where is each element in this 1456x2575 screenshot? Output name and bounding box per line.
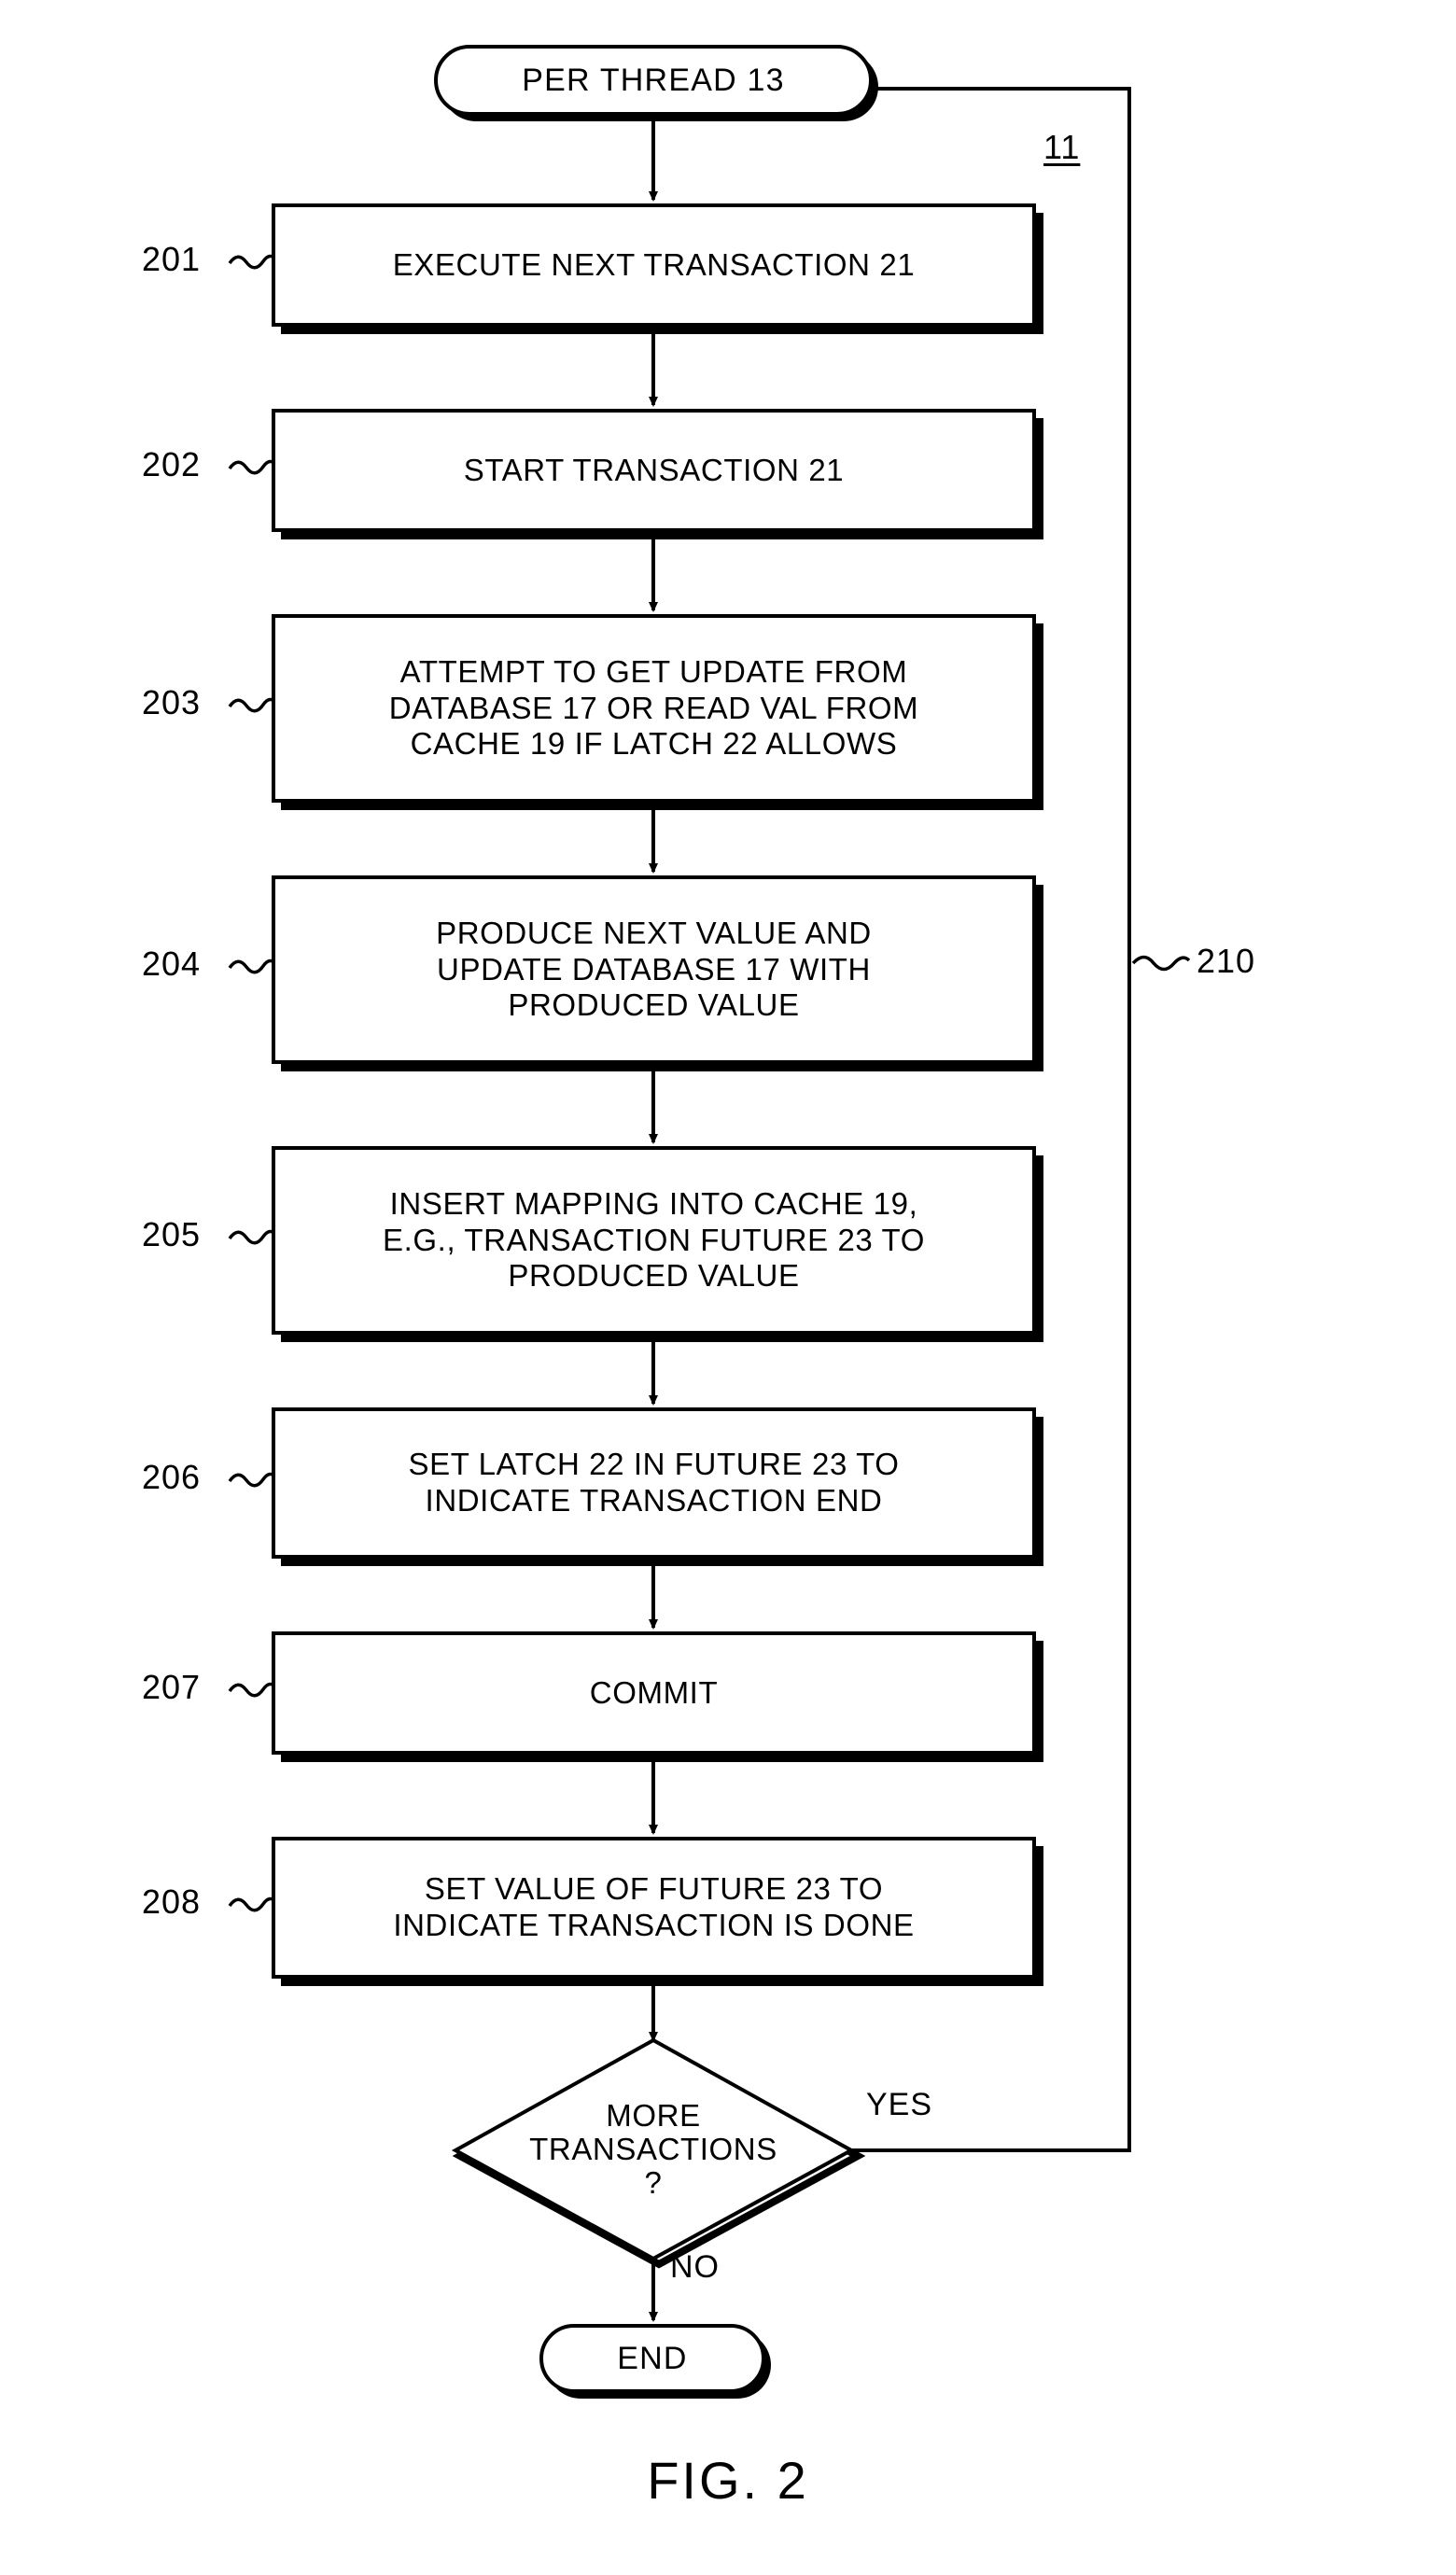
leader-203 (228, 697, 278, 713)
start-terminal-label: PER THREAD 13 (522, 63, 785, 98)
decision-label: MORE TRANSACTIONS ? (529, 2097, 777, 2201)
process-box-201: EXECUTE NEXT TRANSACTION 21 (272, 203, 1036, 327)
process-box-202-label: START TRANSACTION 21 (463, 452, 845, 487)
process-box-204: PRODUCE NEXT VALUE AND UPDATE DATABASE 1… (272, 875, 1036, 1064)
process-box-207-label: COMMIT (589, 1674, 719, 1710)
ref-numeral-201: 201 (142, 240, 202, 278)
ref-numeral-205: 205 (142, 1215, 202, 1253)
end-terminal-label: END (617, 2341, 688, 2376)
decision-more-transactions: MORE TRANSACTIONS ? (455, 2040, 851, 2259)
leader-210 (1131, 955, 1191, 972)
leader-206 (228, 1472, 278, 1488)
process-box-207: COMMIT (272, 1631, 1036, 1755)
leader-207 (228, 1682, 278, 1698)
process-box-205-label: INSERT MAPPING INTO CACHE 19, E.G., TRAN… (383, 1185, 925, 1294)
process-box-201-label: EXECUTE NEXT TRANSACTION 21 (392, 246, 916, 282)
leader-208 (228, 1896, 278, 1912)
leader-205 (228, 1229, 278, 1245)
ref-numeral-203: 203 (142, 683, 202, 721)
leader-204 (228, 959, 278, 974)
process-box-208-label: SET VALUE OF FUTURE 23 TO INDICATE TRANS… (393, 1871, 915, 1942)
leader-202 (228, 459, 278, 475)
leader-201 (228, 254, 278, 270)
process-box-208: SET VALUE OF FUTURE 23 TO INDICATE TRANS… (272, 1837, 1036, 1979)
end-terminal: END (539, 2324, 765, 2393)
branch-label-yes: YES (866, 2087, 933, 2122)
process-box-206: SET LATCH 22 IN FUTURE 23 TO INDICATE TR… (272, 1407, 1036, 1559)
process-box-202: START TRANSACTION 21 (272, 409, 1036, 532)
start-terminal: PER THREAD 13 (434, 45, 873, 116)
ref-numeral-204: 204 (142, 945, 202, 983)
ref-numeral-206: 206 (142, 1458, 202, 1496)
process-box-203-label: ATTEMPT TO GET UPDATE FROM DATABASE 17 O… (388, 653, 919, 762)
diagram-ref-numeral-11: 11 (1043, 128, 1081, 166)
ref-numeral-207: 207 (142, 1668, 202, 1706)
process-box-204-label: PRODUCE NEXT VALUE AND UPDATE DATABASE 1… (436, 915, 872, 1023)
process-box-203: ATTEMPT TO GET UPDATE FROM DATABASE 17 O… (272, 614, 1036, 803)
ref-numeral-208: 208 (142, 1882, 202, 1921)
ref-numeral-210: 210 (1197, 942, 1256, 980)
branch-label-no: NO (670, 2249, 720, 2285)
ref-numeral-202: 202 (142, 445, 202, 483)
figure-caption: FIG. 2 (647, 2451, 809, 2510)
process-box-205: INSERT MAPPING INTO CACHE 19, E.G., TRAN… (272, 1146, 1036, 1335)
process-box-206-label: SET LATCH 22 IN FUTURE 23 TO INDICATE TR… (408, 1447, 900, 1518)
patent-figure: PER THREAD 13 11 EXECUTE NEXT TRANSACTIO… (0, 0, 1456, 2575)
